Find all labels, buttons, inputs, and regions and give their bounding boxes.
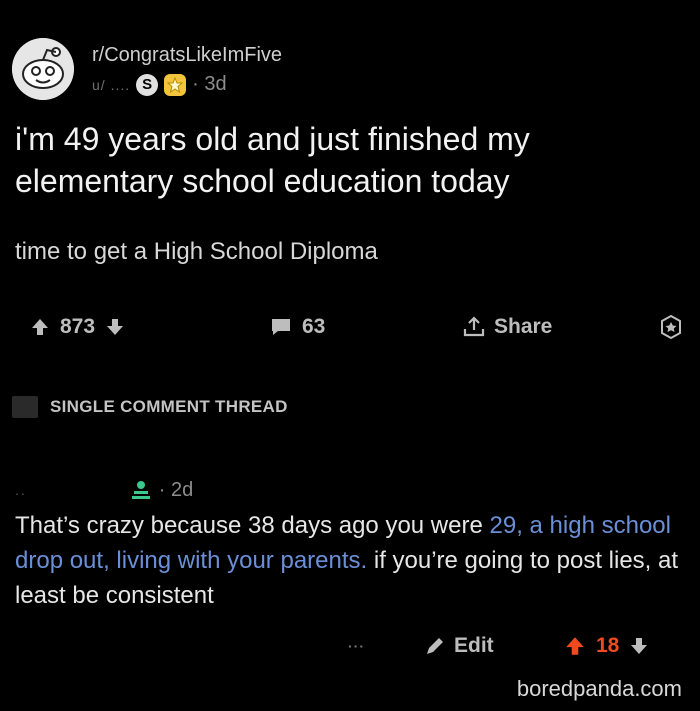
- comment-username[interactable]: ..: [15, 482, 27, 498]
- upvote-icon[interactable]: [30, 317, 50, 337]
- flair-icon: [131, 481, 150, 499]
- award-button[interactable]: [658, 311, 684, 343]
- post-upvote-count: 873: [60, 315, 96, 338]
- post-title[interactable]: i'm 49 years old and just finished my el…: [15, 118, 685, 202]
- subreddit-name[interactable]: r/CongratsLikeImFive: [92, 44, 282, 67]
- post-meta: u/ .... S · 3d: [92, 73, 227, 96]
- silver-award-icon: S: [136, 73, 159, 96]
- snoo-icon: [12, 38, 74, 100]
- post-body: time to get a High School Diploma: [15, 238, 378, 265]
- comment-text: That’s crazy because 38 days ago you wer…: [15, 508, 695, 613]
- single-comment-thread[interactable]: SINGLE COMMENT THREAD: [12, 396, 288, 418]
- share-icon: [463, 316, 485, 337]
- comments-button[interactable]: 63: [270, 311, 325, 343]
- downvote-icon[interactable]: [105, 317, 125, 337]
- comment-meta: .. · 2d: [15, 478, 193, 502]
- comment-icon: [272, 319, 290, 335]
- pencil-icon: [427, 638, 443, 654]
- comment-score: 18: [596, 634, 620, 657]
- share-button[interactable]: Share: [462, 311, 552, 343]
- edit-button[interactable]: Edit: [424, 630, 494, 662]
- upvote-active-icon[interactable]: [564, 635, 586, 657]
- share-label: Share: [494, 315, 553, 338]
- edit-label: Edit: [454, 634, 494, 657]
- thread-icon: [12, 396, 38, 418]
- post-vote-bar: 873: [30, 311, 125, 343]
- comment-text-before: That’s crazy because 38 days ago you wer…: [15, 512, 490, 539]
- award-icon: [661, 314, 681, 340]
- thread-label: SINGLE COMMENT THREAD: [50, 397, 288, 416]
- downvote-icon[interactable]: [629, 636, 649, 656]
- watermark: boredpanda.com: [516, 676, 682, 701]
- comment-age: · 2d: [158, 478, 194, 501]
- subreddit-avatar[interactable]: [12, 38, 74, 100]
- post-username[interactable]: u/ ....: [92, 77, 130, 93]
- more-options-button[interactable]: ···: [348, 630, 365, 662]
- star-award-icon: [164, 73, 187, 96]
- comment-vote-bar: 18: [564, 630, 649, 662]
- comments-count: 63: [302, 315, 326, 338]
- post-age: · 3d: [192, 73, 227, 95]
